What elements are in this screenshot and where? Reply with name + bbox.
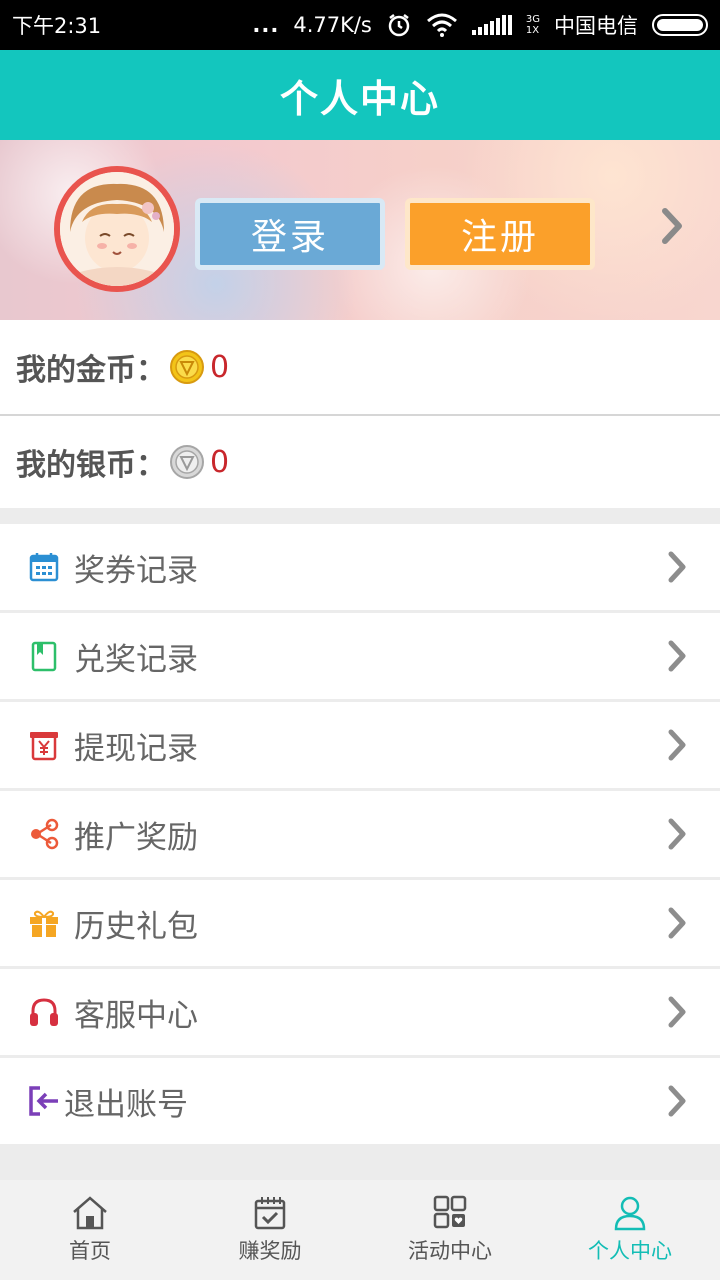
tab-earn-rewards[interactable]: 赚奖励: [180, 1180, 360, 1280]
menu-item-label: 兑奖记录: [74, 641, 198, 678]
share-icon: [31, 818, 59, 850]
battery-icon: [652, 14, 708, 36]
wifi-icon: [426, 13, 457, 37]
menu-item-label: 历史礼包: [74, 908, 198, 945]
menu-item-ticket-records[interactable]: 奖券记录: [0, 524, 720, 610]
menu-item-redeem-records[interactable]: 兑奖记录: [0, 613, 720, 699]
menu-item-gift-history[interactable]: 历史礼包: [0, 880, 720, 966]
logout-icon: [29, 1086, 58, 1116]
coin-panel: 我的金币： 0 我的银币： 0: [0, 320, 720, 508]
page-title: 个人中心: [0, 50, 720, 140]
calendar-check-icon: [254, 1197, 286, 1230]
gold-coin-label: 我的金币：: [16, 353, 166, 388]
chevron-right-icon: [668, 818, 686, 850]
login-button[interactable]: 登录: [195, 198, 385, 270]
gold-coin-value: 0: [210, 349, 230, 385]
status-dots: ...: [252, 13, 280, 37]
status-net-speed: 4.77K/s: [293, 13, 372, 37]
silver-coin-label: 我的银币：: [16, 448, 166, 483]
register-button[interactable]: 注册: [405, 198, 595, 270]
menu-item-label: 提现记录: [74, 730, 198, 767]
menu-item-customer-service[interactable]: 客服中心: [0, 969, 720, 1055]
chevron-right-icon: [668, 1085, 686, 1117]
profile-banner: 登录 注册: [0, 140, 720, 320]
menu-item-label: 客服中心: [74, 997, 198, 1034]
menu-item-logout[interactable]: 退出账号: [0, 1058, 720, 1144]
menu-item-label: 奖券记录: [74, 552, 198, 589]
signal-icon: [471, 15, 512, 35]
menu-list: 奖券记录 兑奖记录 提现记录 推广奖励 历史礼包 客服中心 退出账号: [0, 524, 720, 1147]
grid-heart-icon: [433, 1195, 467, 1229]
menu-item-promotion-rewards[interactable]: 推广奖励: [0, 791, 720, 877]
carrier-name: 中国电信: [554, 14, 638, 38]
headset-icon: [30, 998, 58, 1026]
alarm-icon: [388, 14, 410, 37]
person-icon: [614, 1196, 646, 1231]
status-bar: 下午2:31 ... 4.77K/s 3G 1X 中国电信: [0, 0, 720, 50]
menu-item-withdraw-records[interactable]: 提现记录: [0, 702, 720, 788]
menu-item-label: 推广奖励: [74, 819, 198, 856]
tab-personal-center[interactable]: 个人中心: [540, 1180, 720, 1280]
tab-label: 个人中心: [588, 1239, 672, 1263]
chevron-right-icon: [668, 907, 686, 939]
silver-coin-row: 我的银币： 0: [0, 414, 720, 508]
gold-coin-row: 我的金币： 0: [0, 320, 720, 414]
calendar-icon: [29, 553, 59, 582]
network-type: 3G: [525, 14, 540, 25]
chevron-right-icon: [668, 640, 686, 672]
avatar[interactable]: [54, 166, 180, 292]
sim-slot: 1X: [525, 25, 540, 36]
tab-label: 首页: [69, 1239, 111, 1263]
chevron-right-icon: [668, 551, 686, 583]
gold-coin-icon: [170, 350, 204, 384]
home-icon: [73, 1196, 107, 1230]
chevron-right-icon: [668, 729, 686, 761]
book-icon: [31, 641, 57, 672]
status-time: 下午2:31: [12, 14, 102, 38]
chevron-right-icon[interactable]: [660, 206, 684, 246]
tab-label: 活动中心: [408, 1239, 492, 1263]
silver-coin-icon: [170, 445, 204, 479]
tab-activity-center[interactable]: 活动中心: [360, 1180, 540, 1280]
tab-label: 赚奖励: [238, 1239, 302, 1263]
gift-icon: [30, 910, 58, 937]
bottom-tab-bar: 首页 赚奖励 活动中心 个人中心: [0, 1180, 720, 1280]
chevron-right-icon: [668, 996, 686, 1028]
silver-coin-value: 0: [210, 444, 230, 480]
tab-home[interactable]: 首页: [0, 1180, 180, 1280]
yen-icon: [30, 732, 58, 761]
menu-item-label: 退出账号: [64, 1086, 188, 1123]
